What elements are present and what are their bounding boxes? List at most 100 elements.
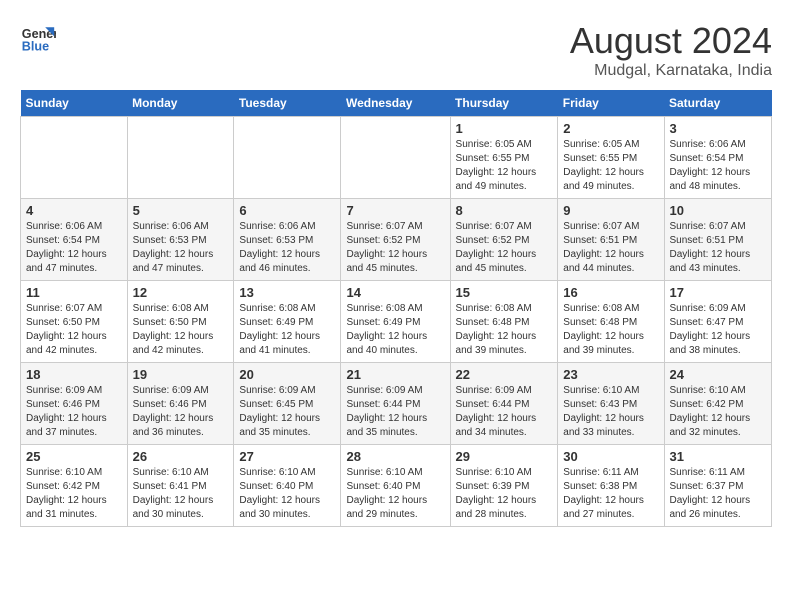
day-info: Sunrise: 6:10 AM Sunset: 6:40 PM Dayligh… [239, 466, 335, 522]
day-info: Sunrise: 6:09 AM Sunset: 6:45 PM Dayligh… [239, 384, 335, 440]
calendar-week-1: 1 Sunrise: 6:05 AM Sunset: 6:55 PM Daylig… [21, 117, 772, 199]
main-title: August 2024 [570, 20, 772, 62]
day-info: Sunrise: 6:11 AM Sunset: 6:38 PM Dayligh… [563, 466, 658, 522]
day-number: 23 [563, 367, 658, 382]
calendar-cell: 6Sunrise: 6:06 AM Sunset: 6:53 PM Daylig… [234, 199, 341, 281]
calendar-week-3: 11 Sunrise: 6:07 AM Sunset: 6:50 PM Dayli… [21, 281, 772, 363]
header-monday: Monday [127, 90, 234, 117]
day-info: Sunrise: 6:10 AM Sunset: 6:43 PM Dayligh… [563, 384, 658, 440]
day-number: 10 [670, 203, 767, 218]
day-number: 20 [239, 367, 335, 382]
day-info: Sunrise: 6:08 AM Sunset: 6:48 PM Dayligh… [563, 302, 658, 358]
calendar-cell: 7 Sunrise: 6:07 AM Sunset: 6:52 PM Daylig… [341, 199, 450, 281]
day-info: Sunrise: 6:07 AM Sunset: 6:52 PM Dayligh… [456, 220, 553, 276]
day-info: Sunrise: 6:07 AM Sunset: 6:50 PM Dayligh… [26, 302, 122, 358]
day-info: Sunrise: 6:09 AM Sunset: 6:47 PM Dayligh… [670, 302, 767, 358]
calendar-cell: 15 Sunrise: 6:08 AM Sunset: 6:48 PM Dayli… [450, 281, 558, 363]
title-section: August 2024 Mudgal, Karnataka, India [570, 20, 772, 80]
day-info: Sunrise: 6:08 AM Sunset: 6:50 PM Dayligh… [133, 302, 229, 358]
day-number: 25 [26, 449, 122, 464]
calendar-cell [341, 117, 450, 199]
calendar-cell: 10Sunrise: 6:07 AM Sunset: 6:51 PM Dayli… [664, 199, 772, 281]
header-friday: Friday [558, 90, 664, 117]
calendar-cell: 20 Sunrise: 6:09 AM Sunset: 6:45 PM Dayli… [234, 363, 341, 445]
calendar-cell: 4 Sunrise: 6:06 AM Sunset: 6:54 PM Daylig… [21, 199, 128, 281]
day-number: 26 [133, 449, 229, 464]
calendar-cell: 3 Sunrise: 6:06 AM Sunset: 6:54 PM Daylig… [664, 117, 772, 199]
day-info: Sunrise: 6:08 AM Sunset: 6:49 PM Dayligh… [346, 302, 444, 358]
day-info: Sunrise: 6:09 AM Sunset: 6:46 PM Dayligh… [26, 384, 122, 440]
day-number: 13 [239, 285, 335, 300]
calendar-week-5: 25 Sunrise: 6:10 AM Sunset: 6:42 PM Dayli… [21, 445, 772, 527]
day-number: 5 [133, 203, 229, 218]
calendar-cell: 25 Sunrise: 6:10 AM Sunset: 6:42 PM Dayli… [21, 445, 128, 527]
day-number: 1 [456, 121, 553, 136]
day-info: Sunrise: 6:06 AM Sunset: 6:54 PM Dayligh… [670, 138, 767, 194]
day-number: 22 [456, 367, 553, 382]
day-number: 4 [26, 203, 122, 218]
day-info: Sunrise: 6:07 AM Sunset: 6:52 PM Dayligh… [346, 220, 444, 276]
day-info: Sunrise: 6:11 AM Sunset: 6:37 PM Dayligh… [670, 466, 767, 522]
calendar-cell [127, 117, 234, 199]
header-saturday: Saturday [664, 90, 772, 117]
calendar-cell: 11 Sunrise: 6:07 AM Sunset: 6:50 PM Dayli… [21, 281, 128, 363]
day-info: Sunrise: 6:09 AM Sunset: 6:44 PM Dayligh… [456, 384, 553, 440]
calendar-cell: 8 Sunrise: 6:07 AM Sunset: 6:52 PM Daylig… [450, 199, 558, 281]
calendar-week-4: 18 Sunrise: 6:09 AM Sunset: 6:46 PM Dayli… [21, 363, 772, 445]
day-number: 17 [670, 285, 767, 300]
calendar-cell: 22 Sunrise: 6:09 AM Sunset: 6:44 PM Dayli… [450, 363, 558, 445]
calendar-cell [21, 117, 128, 199]
calendar-cell: 24Sunrise: 6:10 AM Sunset: 6:42 PM Dayli… [664, 363, 772, 445]
day-number: 24 [670, 367, 767, 382]
day-info: Sunrise: 6:06 AM Sunset: 6:54 PM Dayligh… [26, 220, 122, 276]
day-info: Sunrise: 6:10 AM Sunset: 6:41 PM Dayligh… [133, 466, 229, 522]
calendar-cell: 18 Sunrise: 6:09 AM Sunset: 6:46 PM Dayli… [21, 363, 128, 445]
calendar-table: SundayMondayTuesdayWednesdayThursdayFrid… [20, 90, 772, 527]
day-info: Sunrise: 6:10 AM Sunset: 6:40 PM Dayligh… [346, 466, 444, 522]
day-number: 28 [346, 449, 444, 464]
day-info: Sunrise: 6:09 AM Sunset: 6:44 PM Dayligh… [346, 384, 444, 440]
day-number: 3 [670, 121, 767, 136]
page-header: General Blue August 2024 Mudgal, Karnata… [20, 20, 772, 80]
day-info: Sunrise: 6:09 AM Sunset: 6:46 PM Dayligh… [133, 384, 229, 440]
calendar-cell: 16Sunrise: 6:08 AM Sunset: 6:48 PM Dayli… [558, 281, 664, 363]
calendar-cell [234, 117, 341, 199]
day-number: 31 [670, 449, 767, 464]
calendar-cell: 21 Sunrise: 6:09 AM Sunset: 6:44 PM Dayli… [341, 363, 450, 445]
day-info: Sunrise: 6:07 AM Sunset: 6:51 PM Dayligh… [563, 220, 658, 276]
day-number: 7 [346, 203, 444, 218]
day-number: 29 [456, 449, 553, 464]
calendar-cell: 17 Sunrise: 6:09 AM Sunset: 6:47 PM Dayli… [664, 281, 772, 363]
day-info: Sunrise: 6:08 AM Sunset: 6:48 PM Dayligh… [456, 302, 553, 358]
calendar-cell: 31 Sunrise: 6:11 AM Sunset: 6:37 PM Dayli… [664, 445, 772, 527]
calendar-cell: 9Sunrise: 6:07 AM Sunset: 6:51 PM Daylig… [558, 199, 664, 281]
calendar-cell: 26 Sunrise: 6:10 AM Sunset: 6:41 PM Dayli… [127, 445, 234, 527]
svg-text:Blue: Blue [22, 40, 49, 54]
day-number: 12 [133, 285, 229, 300]
day-number: 30 [563, 449, 658, 464]
calendar-cell: 12 Sunrise: 6:08 AM Sunset: 6:50 PM Dayli… [127, 281, 234, 363]
day-number: 18 [26, 367, 122, 382]
day-info: Sunrise: 6:06 AM Sunset: 6:53 PM Dayligh… [133, 220, 229, 276]
header-thursday: Thursday [450, 90, 558, 117]
calendar-cell: 23 Sunrise: 6:10 AM Sunset: 6:43 PM Dayli… [558, 363, 664, 445]
sub-title: Mudgal, Karnataka, India [570, 62, 772, 80]
header-tuesday: Tuesday [234, 90, 341, 117]
day-number: 19 [133, 367, 229, 382]
day-number: 21 [346, 367, 444, 382]
calendar-cell: 1Sunrise: 6:05 AM Sunset: 6:55 PM Daylig… [450, 117, 558, 199]
calendar-cell: 5 Sunrise: 6:06 AM Sunset: 6:53 PM Daylig… [127, 199, 234, 281]
header-wednesday: Wednesday [341, 90, 450, 117]
day-number: 11 [26, 285, 122, 300]
calendar-header-row: SundayMondayTuesdayWednesdayThursdayFrid… [21, 90, 772, 117]
calendar-cell: 27Sunrise: 6:10 AM Sunset: 6:40 PM Dayli… [234, 445, 341, 527]
day-info: Sunrise: 6:05 AM Sunset: 6:55 PM Dayligh… [563, 138, 658, 194]
calendar-cell: 29Sunrise: 6:10 AM Sunset: 6:39 PM Dayli… [450, 445, 558, 527]
calendar-cell: 30 Sunrise: 6:11 AM Sunset: 6:38 PM Dayli… [558, 445, 664, 527]
day-info: Sunrise: 6:10 AM Sunset: 6:42 PM Dayligh… [26, 466, 122, 522]
day-number: 8 [456, 203, 553, 218]
calendar-cell: 28 Sunrise: 6:10 AM Sunset: 6:40 PM Dayli… [341, 445, 450, 527]
header-sunday: Sunday [21, 90, 128, 117]
calendar-cell: 2Sunrise: 6:05 AM Sunset: 6:55 PM Daylig… [558, 117, 664, 199]
day-number: 15 [456, 285, 553, 300]
